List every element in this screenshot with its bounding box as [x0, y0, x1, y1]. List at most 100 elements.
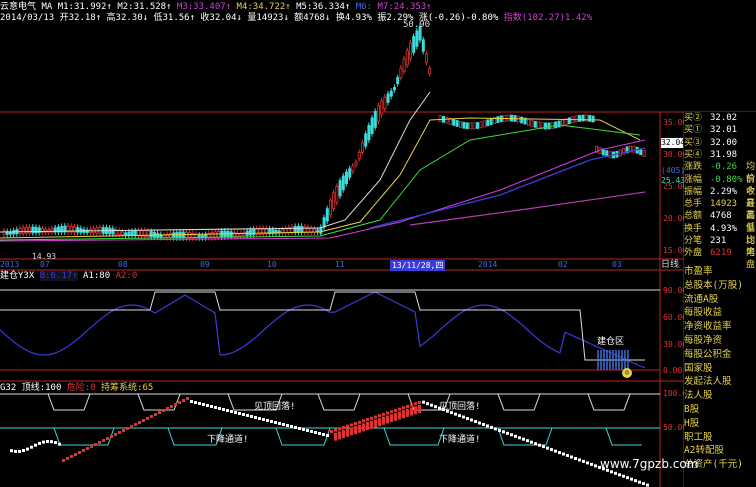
quote-value: 2.29%	[710, 186, 738, 197]
quote-row[interactable]: 总手 14923 最高	[684, 198, 756, 221]
quote-label: 换手	[684, 223, 703, 234]
quote-row[interactable]: 振幅 2.29% 今开	[684, 186, 756, 209]
zone-label: 建仓区	[597, 337, 625, 347]
indicator1-title: 建仓Y3X	[0, 271, 35, 281]
ma-item: M3:33.407↑	[176, 2, 237, 12]
quote-row[interactable]: 总额 4768 最低	[684, 210, 756, 233]
header-date: 2014/03/13	[0, 13, 55, 23]
quote-value: 14923	[710, 199, 738, 210]
ma-item: M6:	[355, 2, 378, 12]
quote-row[interactable]: 外盘 6219 内盘	[684, 247, 756, 270]
quote-row[interactable]: 换手 4.93% 量比	[684, 223, 756, 246]
indicator2-item: 顶线:100	[21, 383, 67, 393]
stock-title: 云意电气	[0, 2, 37, 12]
quote-label: 买①	[684, 125, 703, 136]
stock-chart-canvas	[0, 23, 756, 487]
quote-label: 买③	[684, 137, 703, 148]
quote-row[interactable]: 涨跌 -0.26 均价	[684, 161, 756, 184]
fundamental-row: 流通A股	[684, 293, 719, 305]
date-tick: 08	[118, 260, 128, 269]
ohlc-item: 换4.93%	[335, 13, 378, 23]
fundamental-row: 职工股	[684, 431, 713, 443]
quote-row[interactable]: 分笔 231 均笔	[684, 235, 756, 258]
quote-value: 32.02	[710, 113, 738, 123]
watermark: www.7gpzb.com	[600, 457, 699, 471]
indicator1-header: 建仓Y3X B:6.17↑ A1:80 A2:0	[0, 271, 137, 281]
quote-label: 涨幅	[684, 174, 703, 185]
ma-item: M5:36.334↑	[296, 2, 356, 12]
ma-label: MA	[41, 2, 53, 12]
fundamental-row: 每股净资	[684, 335, 723, 346]
signal-tag: 见顶回落!	[254, 402, 296, 412]
ohlc-item: 低31.56↑	[153, 13, 201, 23]
quote-label: 外盘	[684, 248, 703, 259]
header-line1: 云意电气 MA M1:31.992↑ M2:31.528↑ M3:33.407↑…	[0, 2, 432, 12]
quote-value: 6219	[710, 248, 732, 259]
fundamental-row: 每股公积金	[684, 348, 732, 360]
quote-row[interactable]: 买④ 31.98	[684, 149, 756, 161]
ohlc-item: 指数(102.27)1.42%	[503, 13, 593, 23]
quote-row[interactable]: 买② 32.02	[684, 112, 756, 124]
date-cursor-box: 13/11/28,四	[390, 260, 446, 271]
quote-value: 4768	[710, 211, 732, 222]
quote-label: 买④	[684, 149, 703, 160]
quote-row[interactable]: 买③ 32.00	[684, 137, 756, 149]
ma-item: M4:34.722↑	[236, 2, 297, 12]
indicator1-a2: A2:0	[115, 271, 138, 281]
indicator1-line	[0, 291, 646, 369]
ohlc-item: 收32.04↓	[200, 13, 248, 23]
quote-label: 买②	[684, 113, 703, 123]
indicator2-header: G32 顶线:100 危险:0 持筹系统:65	[0, 383, 153, 393]
ma-item: M1:31.992↑	[57, 2, 118, 12]
ohlc-item: 量14923↓	[247, 13, 295, 23]
quote-panel: 买② 32.02 买① 32.01 买③ 32.00 买④ 31.98 涨跌 -0.26 均价 涨幅 -…	[684, 112, 756, 487]
date-tick: 2014	[478, 260, 498, 269]
fundamental-row: 发起法人股	[684, 376, 732, 388]
marker-25: 25.43	[661, 176, 686, 185]
quote-label: 分笔	[684, 236, 703, 246]
date-tick: 11	[335, 260, 345, 269]
fundamental-row: 净资收益率	[684, 321, 732, 333]
quote-row[interactable]: 买① 32.01	[684, 124, 756, 136]
indicator2-item: 持筹系统:65	[101, 383, 154, 393]
period-tab[interactable]: 日线	[661, 260, 683, 270]
indicator1-a1: A1:80	[83, 271, 111, 281]
smiley-icon: ☺	[622, 368, 632, 378]
fundamental-row: 总股本(万股)	[684, 279, 743, 291]
high-price-label: 50.90	[403, 20, 431, 30]
ohlc-item: 开32.18↑	[59, 13, 107, 23]
fundamental-row: H股	[684, 417, 700, 429]
indicator2-title: G32	[0, 383, 17, 393]
quote-label: 总额	[684, 211, 703, 222]
ma-item: M7:24.353↑	[377, 2, 432, 12]
date-tick: 10	[267, 260, 277, 269]
indicator1-top-line	[0, 291, 645, 361]
fundamental-row: B股	[684, 404, 700, 415]
quote-label: 涨跌	[684, 162, 703, 173]
ohlc-item: 高32.30↓	[106, 13, 154, 23]
quote-value: 4.93%	[710, 223, 738, 234]
date-tick: 03	[612, 260, 622, 269]
date-tick: 2013	[0, 260, 20, 269]
ohlc-item: 涨(-0.26)-0.80%	[418, 13, 504, 23]
header-line2: 2014/03/13 开32.18↑ 高32.30↓ 低31.56↑ 收32.0…	[0, 13, 592, 23]
quote-value: 231	[710, 236, 727, 246]
signal-tag: 下降通道!	[439, 435, 481, 445]
fundamental-row: 市盈率	[684, 266, 713, 277]
quote-value: 32.00	[710, 137, 738, 148]
indicator2-item: 危险:0	[66, 383, 102, 393]
moving-average-lines	[0, 91, 646, 242]
fundamental-row: 国家股	[684, 362, 713, 374]
ind1-tick: 0.00	[663, 366, 683, 375]
quote-label: 总手	[684, 199, 703, 210]
ohlc-item: 额4768↓	[294, 13, 336, 23]
signal-tag: 下降通道!	[207, 435, 249, 445]
date-axis: 2013 07 08 09 10 11 13/11/28,四 2014 02 0…	[0, 260, 660, 271]
date-tick: 02	[558, 260, 568, 269]
candlestick-series	[2, 23, 646, 241]
quote-label: 振幅	[684, 186, 703, 197]
quote-value: 32.01	[710, 125, 738, 136]
fundamental-row: 法人股	[684, 390, 713, 402]
quote-row[interactable]: 涨幅 -0.80% 前收	[684, 174, 756, 197]
signal-tag: 见顶回落!	[439, 402, 481, 412]
